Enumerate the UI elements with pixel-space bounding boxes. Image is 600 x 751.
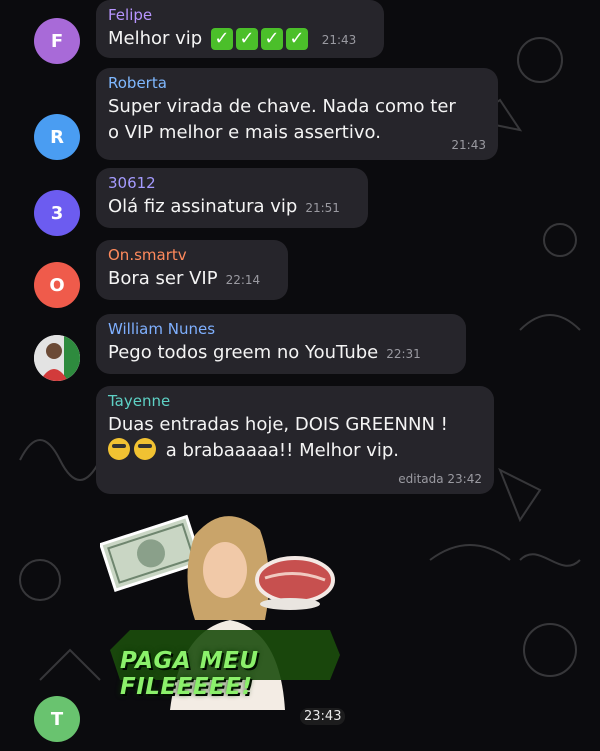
message-time: 22:14 xyxy=(225,273,261,287)
check-icon: ✓ xyxy=(260,28,283,50)
message-bubble[interactable]: Tayenne Duas entradas hoje, DOIS GREENNN… xyxy=(96,386,494,494)
sender-name[interactable]: Roberta xyxy=(108,74,486,92)
message-time: 21:43 xyxy=(451,138,486,152)
check-icon: ✓ xyxy=(285,28,308,50)
message-time: 21:43 xyxy=(321,33,357,47)
avatar-letter: F xyxy=(50,30,64,52)
avatar[interactable]: O xyxy=(34,262,80,308)
money-face-emoji-icon xyxy=(134,438,156,460)
money-face-emoji-icon xyxy=(108,438,130,460)
message-time: editada 23:42 xyxy=(398,472,482,486)
message-text: Melhor vip ✓ ✓ ✓ ✓ 21:43 xyxy=(108,26,372,53)
user-photo-icon xyxy=(34,335,80,381)
sender-name[interactable]: On.smartv xyxy=(108,246,276,264)
message-text-line: o VIP melhor e mais assertivo. xyxy=(108,122,381,143)
avatar[interactable]: T xyxy=(34,696,80,742)
avatar[interactable]: F xyxy=(34,18,80,64)
message-text: Pego todos greem no YouTube 22:31 xyxy=(108,340,454,367)
avatar-letter: O xyxy=(49,274,65,296)
avatar[interactable]: R xyxy=(34,114,80,160)
message-text: Bora ser VIP 22:14 xyxy=(108,266,276,293)
sender-name[interactable]: William Nunes xyxy=(108,320,454,338)
avatar-letter: T xyxy=(50,708,64,730)
sender-name[interactable]: Felipe xyxy=(108,6,372,24)
message-body: a brabaaaaa!! Melhor vip. xyxy=(165,440,400,461)
sticker-caption: PAGA MEU FILEEEEE! xyxy=(120,648,259,700)
message-bubble[interactable]: William Nunes Pego todos greem no YouTub… xyxy=(96,314,466,374)
message-body: Bora ser VIP xyxy=(108,268,218,289)
sticker[interactable]: PAGA MEU FILEEEEE! xyxy=(98,500,340,710)
message-text: Olá fiz assinatura vip 21:51 xyxy=(108,194,356,221)
avatar-letter: 3 xyxy=(50,202,64,224)
avatar-letter: R xyxy=(50,126,64,148)
message-text-line: Duas entradas hoje, DOIS GREENNN ! xyxy=(108,414,448,435)
message-bubble[interactable]: Felipe Melhor vip ✓ ✓ ✓ ✓ 21:43 xyxy=(96,0,384,58)
message-time: 21:51 xyxy=(305,201,340,215)
message-bubble[interactable]: Roberta Super virada de chave. Nada como… xyxy=(96,68,498,160)
message-body: Melhor vip xyxy=(108,28,203,49)
sticker-time: 23:43 xyxy=(300,708,346,725)
message-time: 22:31 xyxy=(386,347,421,361)
message-bubble[interactable]: On.smartv Bora ser VIP 22:14 xyxy=(96,240,288,300)
sender-name[interactable]: 30612 xyxy=(108,174,356,192)
message-body: Pego todos greem no YouTube xyxy=(108,342,379,363)
check-icon: ✓ xyxy=(210,28,233,50)
message-body: Olá fiz assinatura vip xyxy=(108,196,298,217)
message-bubble[interactable]: 30612 Olá fiz assinatura vip 21:51 xyxy=(96,168,368,228)
message-text-line: Super virada de chave. Nada como ter xyxy=(108,96,456,117)
avatar[interactable]: 3 xyxy=(34,190,80,236)
sender-name[interactable]: Tayenne xyxy=(108,392,482,410)
message-text-line: a brabaaaaa!! Melhor vip. xyxy=(108,438,482,464)
check-icon: ✓ xyxy=(235,28,258,50)
avatar[interactable] xyxy=(34,335,80,381)
